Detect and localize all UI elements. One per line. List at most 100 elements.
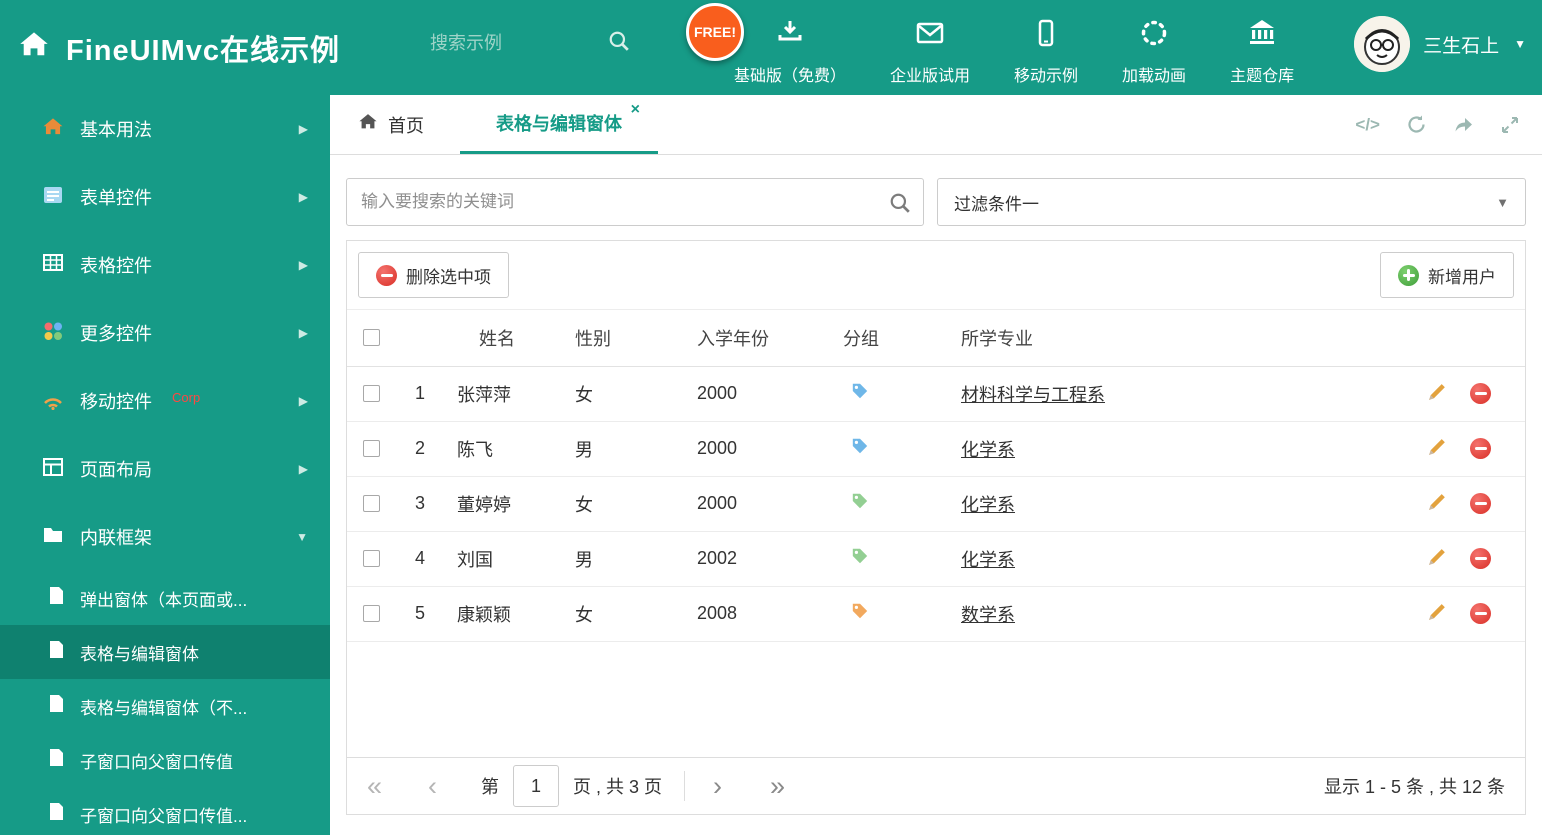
filter-dropdown[interactable]: 过滤条件一 ▼ [937, 178, 1526, 226]
select-all-checkbox[interactable] [362, 329, 380, 347]
sidebar-subitem-label: 子窗口向父窗口传值... [80, 806, 248, 826]
tag-icon[interactable] [851, 492, 869, 510]
sidebar-subitem-child-to-parent-2[interactable]: 子窗口向父窗口传值... [0, 787, 330, 835]
page-label-prefix: 第 [481, 777, 500, 797]
row-checkbox[interactable] [362, 550, 380, 567]
home-icon [42, 116, 64, 143]
sidebar-item-grid-controls[interactable]: 表格控件 ▶ [0, 231, 330, 299]
search-icon[interactable] [608, 30, 630, 57]
sidebar-item-page-layout[interactable]: 页面布局 ▶ [0, 435, 330, 503]
cell-name: 董婷婷 [435, 476, 553, 532]
first-page-icon[interactable]: « [367, 772, 382, 800]
major-link[interactable]: 化学系 [961, 495, 1015, 515]
edit-icon[interactable] [1427, 601, 1448, 627]
page-input[interactable] [513, 765, 560, 807]
keyword-search-box [346, 178, 924, 226]
chevron-right-icon: ▶ [298, 462, 308, 476]
edit-icon[interactable] [1427, 491, 1448, 517]
delete-row-icon[interactable] [1470, 493, 1491, 514]
row-number: 3 [395, 476, 435, 532]
filter-row: 过滤条件一 ▼ [330, 155, 1542, 226]
delete-row-icon[interactable] [1470, 438, 1491, 459]
header-search-input[interactable] [430, 33, 560, 54]
chevron-down-icon: ▼ [1496, 194, 1509, 210]
major-link[interactable]: 数学系 [961, 605, 1015, 625]
major-link[interactable]: 化学系 [961, 550, 1015, 570]
tag-icon[interactable] [851, 602, 869, 620]
nav-mobile-demo[interactable]: 移动示例 [992, 14, 1100, 90]
app-logo[interactable]: FineUIMvc在线示例 [18, 0, 340, 95]
tab-home[interactable]: 首页 [348, 95, 434, 154]
row-checkbox[interactable] [362, 440, 380, 457]
table-row: 3 董婷婷 女 2000 化学系 [347, 476, 1525, 532]
file-icon [48, 802, 65, 826]
source-code-icon[interactable]: </> [1355, 115, 1380, 135]
home-icon [18, 29, 50, 66]
major-link[interactable]: 材料科学与工程系 [961, 385, 1105, 405]
cell-gender: 男 [553, 531, 675, 587]
top-header: FineUIMvc在线示例 FREE! 基础版（免费） 企业版试用 移动示例 [0, 0, 1542, 95]
row-number: 1 [395, 366, 435, 422]
tag-icon[interactable] [851, 437, 869, 455]
sidebar-subitem-grid-edit-window[interactable]: 表格与编辑窗体 [0, 625, 330, 679]
tag-icon[interactable] [851, 382, 869, 400]
pager-divider [684, 771, 686, 801]
sidebar-subitem-popup-window[interactable]: 弹出窗体（本页面或... [0, 571, 330, 625]
sidebar-item-label: 表格控件 [80, 256, 152, 276]
row-checkbox[interactable] [362, 385, 380, 402]
next-page-icon[interactable]: › [713, 772, 722, 800]
edit-icon[interactable] [1427, 381, 1448, 407]
delete-row-icon[interactable] [1470, 548, 1491, 569]
close-icon[interactable]: × [631, 101, 640, 119]
cell-year: 2000 [675, 476, 821, 532]
tab-label: 首页 [388, 115, 424, 136]
download-icon [775, 18, 805, 53]
nav-label: 基础版（免费） [734, 68, 847, 85]
edit-icon[interactable] [1427, 546, 1448, 572]
edit-icon[interactable] [1427, 436, 1448, 462]
chevron-right-icon: ▶ [298, 122, 308, 136]
nav-loading-animations[interactable]: 加载动画 [1100, 14, 1208, 90]
sidebar-item-label: 更多控件 [80, 324, 152, 344]
nav-label: 企业版试用 [890, 68, 971, 85]
chevron-down-icon: ▼ [296, 530, 308, 544]
fullscreen-icon[interactable] [1500, 115, 1520, 135]
file-icon [48, 694, 65, 718]
sidebar-subitem-child-to-parent[interactable]: 子窗口向父窗口传值 [0, 733, 330, 787]
cell-name: 陈飞 [435, 421, 553, 477]
user-menu[interactable]: 三生石上 ▼ [1354, 16, 1526, 72]
major-link[interactable]: 化学系 [961, 440, 1015, 460]
sidebar-item-basic-usage[interactable]: 基本用法 ▶ [0, 95, 330, 163]
sidebar-item-mobile-controls[interactable]: 移动控件 Corp ▶ [0, 367, 330, 435]
nav-enterprise-trial[interactable]: 企业版试用 [868, 14, 992, 90]
app-title: FineUIMvc在线示例 [66, 34, 341, 67]
share-icon[interactable] [1453, 114, 1474, 135]
prev-page-icon[interactable]: ‹ [428, 772, 437, 800]
delete-row-icon[interactable] [1470, 383, 1491, 404]
sidebar-item-form-controls[interactable]: 表单控件 ▶ [0, 163, 330, 231]
keyword-search-input[interactable] [347, 179, 923, 225]
folder-icon [42, 524, 64, 551]
sidebar-item-more-controls[interactable]: 更多控件 ▶ [0, 299, 330, 367]
add-user-button[interactable]: 新增用户 [1380, 252, 1514, 298]
sidebar-item-label: 页面布局 [80, 460, 152, 480]
row-checkbox[interactable] [362, 605, 380, 622]
row-checkbox[interactable] [362, 495, 380, 512]
last-page-icon[interactable]: » [770, 772, 785, 800]
sidebar-item-label: 表单控件 [80, 188, 152, 208]
table-header-row: 姓名 性别 入学年份 分组 所学专业 [347, 310, 1525, 367]
sidebar-item-inline-frame[interactable]: 内联框架 ▼ [0, 503, 330, 571]
col-header-year: 入学年份 [675, 310, 821, 367]
tab-grid-edit-window[interactable]: 表格与编辑窗体 × [460, 95, 658, 154]
more-controls-icon [42, 320, 64, 347]
search-icon[interactable] [889, 192, 911, 219]
layout-icon [42, 456, 64, 483]
file-icon [48, 586, 65, 610]
tag-icon[interactable] [851, 547, 869, 565]
sidebar-subitem-grid-edit-window-2[interactable]: 表格与编辑窗体（不... [0, 679, 330, 733]
table-icon [42, 252, 64, 279]
refresh-icon[interactable] [1406, 114, 1427, 135]
delete-row-icon[interactable] [1470, 603, 1491, 624]
nav-theme-store[interactable]: 主题仓库 [1208, 14, 1316, 90]
delete-selected-button[interactable]: 删除选中项 [358, 252, 509, 298]
